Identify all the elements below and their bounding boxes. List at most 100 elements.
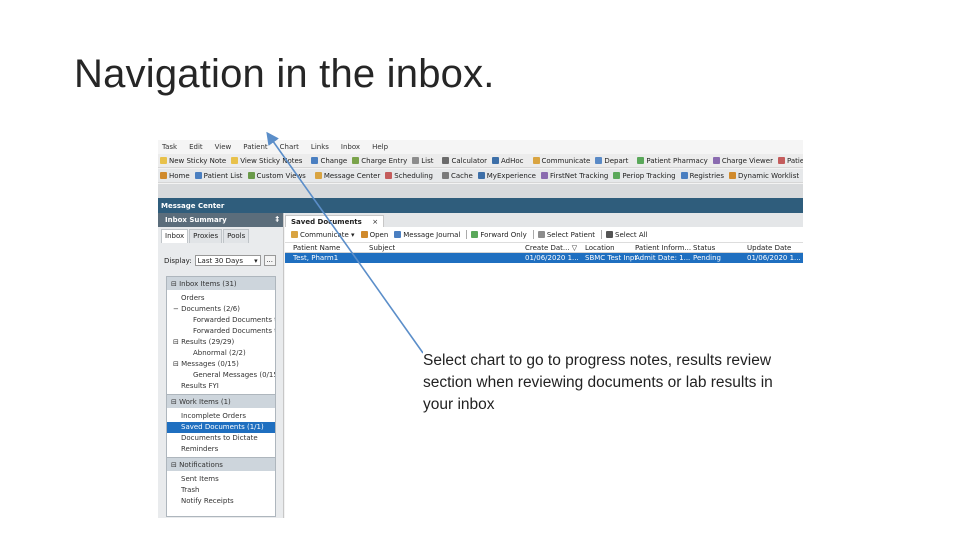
column-status[interactable]: Status	[693, 244, 715, 252]
tab-proxies[interactable]: Proxies	[189, 229, 223, 243]
charge-viewer-label: Charge Viewer	[721, 156, 773, 165]
column-patient-name[interactable]: Patient Name	[293, 244, 340, 252]
list-item[interactable]: Documents to Dictate	[167, 433, 275, 444]
inbox-summary-title: Inbox Summary	[165, 216, 227, 224]
list-item[interactable]: Forwarded Documents to Rev	[167, 326, 275, 337]
menu-inbox[interactable]: Inbox	[341, 143, 360, 151]
list-item[interactable]: Trash	[167, 485, 275, 496]
dynamic-worklist-button[interactable]: Dynamic Worklist	[729, 172, 799, 180]
forward-only-button[interactable]: Forward Only	[471, 231, 527, 239]
select-all-label: Select All	[615, 230, 648, 239]
navigation-toolbar: Home Patient List Custom Views Message Cent…	[158, 169, 803, 183]
display-select[interactable]: Last 30 Days ▾	[194, 255, 261, 266]
list-item[interactable]: Notify Receipts	[167, 496, 275, 507]
periop-tracking-button[interactable]: Periop Tracking	[613, 171, 676, 180]
pin-icon[interactable]: ‡	[276, 215, 280, 223]
depart-icon	[595, 157, 603, 164]
list-item[interactable]: Saved Documents (1/1)	[167, 422, 275, 433]
menu-help[interactable]: Help	[372, 143, 388, 151]
column-patient-inform[interactable]: Patient Inform...	[635, 244, 691, 252]
depart-button[interactable]: Depart	[595, 157, 628, 165]
home-label: Home	[169, 171, 190, 180]
toolbar-separator	[601, 230, 603, 239]
column-create-dat[interactable]: Create Dat... ▽	[525, 244, 577, 252]
list-item[interactable]: ⊟ Messages (0/15)	[167, 359, 275, 370]
patient-pharmacy-button[interactable]: Patient Pharmacy	[637, 157, 708, 165]
charge-entry-button[interactable]: Charge Entry	[352, 157, 407, 165]
chevron-down-icon: ▾	[254, 257, 258, 265]
custom-views-button[interactable]: Custom Views	[247, 172, 306, 180]
periop-tracking-label: Periop Tracking	[622, 171, 676, 180]
scheduling-button[interactable]: Scheduling	[385, 172, 433, 180]
menu-patient[interactable]: Patient	[243, 143, 267, 151]
home-button[interactable]: Home	[160, 172, 190, 180]
home-icon	[160, 172, 167, 179]
list-item[interactable]: ⊟ Results (29/29)	[167, 337, 275, 348]
patient-location-button[interactable]: Patient Location	[777, 157, 803, 165]
view-sticky-notes-button[interactable]: View Sticky Notes	[231, 157, 302, 165]
column-location[interactable]: Location	[585, 244, 615, 252]
list-item[interactable]: Abnormal (2/2)	[167, 348, 275, 359]
charge-viewer-button[interactable]: Charge Viewer	[712, 156, 773, 165]
grid-header: Patient Name Subject Create Dat... ▽ Locati…	[285, 243, 803, 253]
table-row[interactable]: Test, Pharm1 01/06/2020 1... SBMC Test Inp…	[285, 253, 803, 263]
list-item[interactable]: Forwarded Documents to Sig	[167, 315, 275, 326]
select-patient-button[interactable]: Select Patient	[537, 231, 595, 239]
tab-saved-documents[interactable]: Saved Documents ×	[285, 215, 385, 227]
patient-list-button[interactable]: Patient List	[194, 171, 243, 180]
firstnet-tracking-button[interactable]: FirstNet Tracking	[540, 172, 608, 180]
myexperience-button[interactable]: MyExperience	[477, 172, 536, 180]
menu-edit[interactable]: Edit	[189, 143, 203, 151]
cache-button[interactable]: Cache	[441, 172, 473, 180]
depart-label: Depart	[604, 156, 629, 165]
list-item[interactable]: Orders	[167, 293, 275, 304]
message-center-icon	[314, 172, 322, 179]
calculator-button[interactable]: Calculator	[442, 157, 487, 165]
close-icon[interactable]: ×	[372, 218, 378, 226]
new-sticky-note-label: New Sticky Note	[169, 156, 227, 165]
tab-pools[interactable]: Pools	[223, 229, 250, 243]
list-item[interactable]: Incomplete Orders	[167, 411, 275, 422]
display-options-button[interactable]: ...	[263, 255, 276, 266]
inbox-items-header[interactable]: ⊟ Inbox Items (31)	[167, 277, 275, 290]
scheduling-label: Scheduling	[394, 171, 433, 180]
new-sticky-note-button[interactable]: New Sticky Note	[160, 157, 226, 165]
list-item[interactable]: Results FYI	[167, 381, 275, 392]
list-item[interactable]: Reminders	[167, 444, 275, 455]
adhoc-icon	[492, 157, 500, 164]
communicate-button[interactable]: Communicate	[532, 156, 591, 165]
scheduling-icon	[385, 172, 393, 179]
calculator-icon	[442, 157, 450, 164]
communicate-button[interactable]: Communicate ▾	[291, 231, 355, 239]
table-cell: SBMC Test Inpt	[585, 254, 638, 262]
communicate-label: Communicate	[541, 156, 591, 165]
firstnet-icon	[540, 172, 548, 179]
open-button[interactable]: Open	[360, 231, 388, 239]
document-tabs: Saved Documents ×	[285, 213, 803, 227]
message-journal-button[interactable]: Message Journal	[394, 231, 460, 239]
menu-links[interactable]: Links	[311, 143, 329, 151]
worklist-icon	[729, 172, 736, 179]
registries-button[interactable]: Registries	[680, 172, 724, 180]
list-button[interactable]: List	[412, 157, 433, 165]
list-item[interactable]: Sent Items	[167, 474, 275, 485]
menu-chart[interactable]: Chart	[280, 143, 299, 151]
column-update-date[interactable]: Update Date	[747, 244, 791, 252]
location-icon	[777, 157, 785, 164]
change-button[interactable]: Change	[311, 157, 347, 165]
adhoc-button[interactable]: AdHoc	[492, 157, 524, 165]
table-cell: 01/06/2020 1...	[525, 254, 579, 262]
list-icon	[412, 157, 420, 164]
list-item[interactable]: General Messages (0/15)	[167, 370, 275, 381]
app-screenshot: Task Edit View Patient Chart Links Inbox Help N…	[158, 140, 803, 518]
list-item[interactable]: − Documents (2/6)	[167, 304, 275, 315]
menu-view[interactable]: View	[215, 143, 232, 151]
patient-list-label: Patient List	[203, 171, 243, 180]
message-center-button[interactable]: Message Center	[314, 172, 380, 180]
menu-task[interactable]: Task	[162, 143, 177, 151]
column-subject[interactable]: Subject	[369, 244, 395, 252]
notifications-header[interactable]: ⊟ Notifications	[167, 458, 275, 471]
select-all-button[interactable]: Select All	[606, 231, 648, 239]
tab-inbox[interactable]: Inbox	[161, 229, 189, 243]
work-items-header[interactable]: ⊟ Work Items (1)	[167, 395, 275, 408]
